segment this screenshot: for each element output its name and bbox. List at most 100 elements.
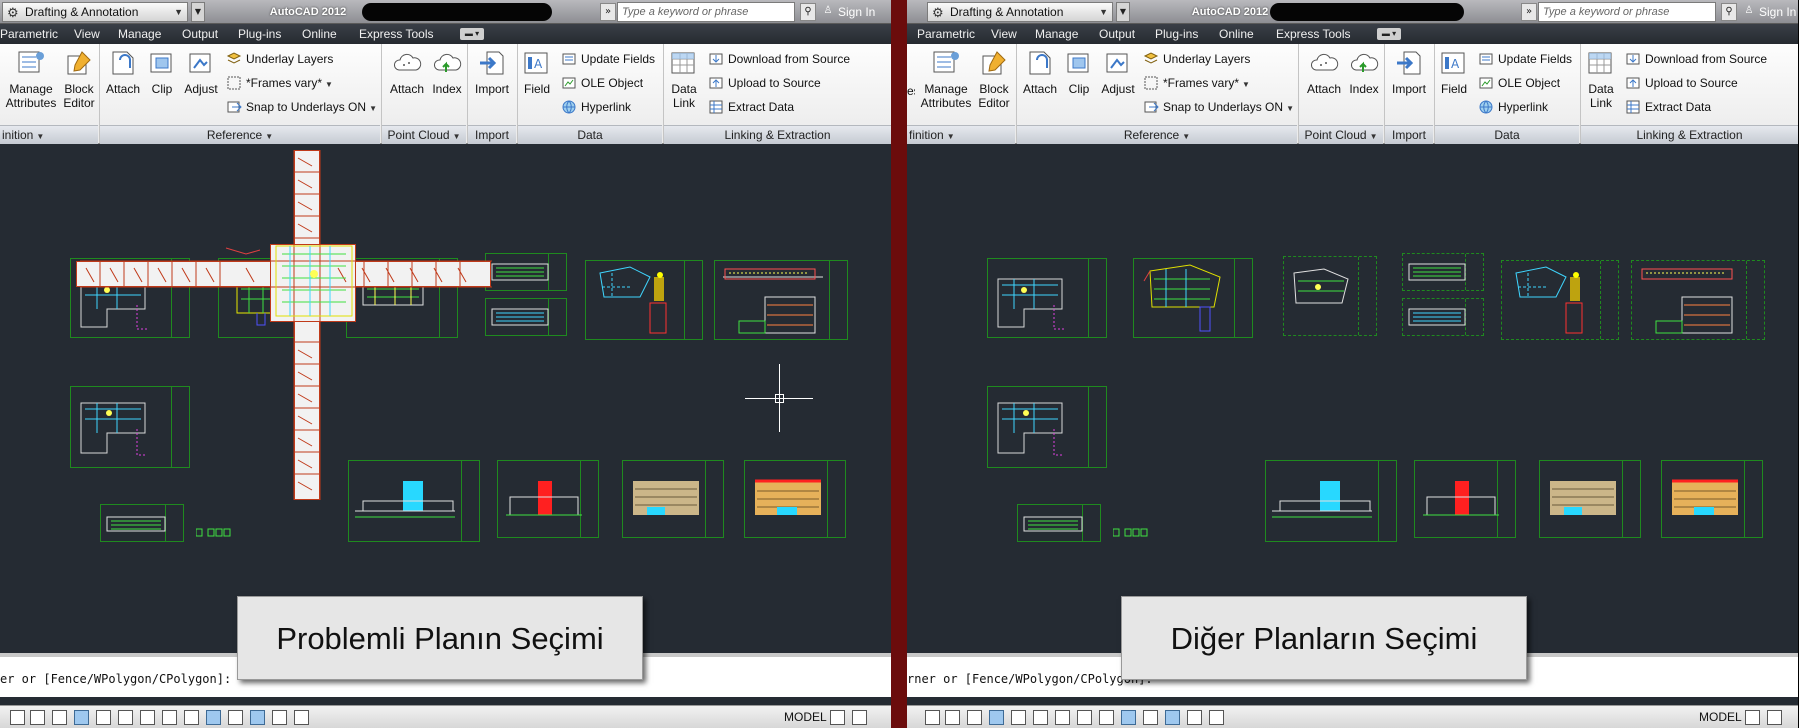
hyperlink-button[interactable]: Hyperlink — [561, 98, 631, 116]
drawing-sheet[interactable] — [497, 460, 599, 538]
reference-panel-title[interactable]: Reference ▼ — [1017, 125, 1297, 144]
object-snap-icon[interactable] — [118, 710, 133, 725]
data-link-button[interactable]: Data Link — [664, 48, 704, 110]
import-button[interactable]: Import — [1387, 48, 1431, 96]
object-snap-tracking-icon[interactable] — [162, 710, 177, 725]
tab-online[interactable]: Online — [302, 24, 337, 44]
object-snap-icon[interactable] — [1033, 710, 1048, 725]
selection-cycling-icon[interactable] — [1209, 710, 1224, 725]
drawing-sheet[interactable] — [1539, 460, 1641, 538]
data-link-button[interactable]: Data Link — [1581, 48, 1621, 110]
drawing-sheet[interactable] — [987, 386, 1107, 468]
adjust-button[interactable]: Adjust — [181, 48, 221, 96]
ole-object-button[interactable]: OLE Object — [1478, 74, 1560, 92]
data-panel-title[interactable]: Data — [1435, 125, 1579, 144]
point-cloud-attach-button[interactable]: Attach — [385, 48, 429, 96]
frames-vary-dropdown[interactable]: *Frames vary* ▼ — [226, 74, 333, 92]
block-definition-panel-title[interactable]: finition ▼ — [907, 125, 1015, 144]
snap-to-underlays-dropdown[interactable]: Snap to Underlays ON ▼ — [226, 98, 377, 116]
block-definition-panel-title[interactable]: inition ▼ — [0, 125, 98, 144]
quick-access-dropdown[interactable]: ▼ — [191, 2, 205, 22]
polar-tracking-icon[interactable] — [1011, 710, 1026, 725]
import-panel-title[interactable]: Import — [468, 125, 516, 144]
drawing-canvas[interactable] — [0, 148, 891, 644]
drawing-sheet[interactable] — [714, 260, 848, 340]
update-fields-button[interactable]: Update Fields — [1478, 50, 1572, 68]
infer-constraints-icon[interactable] — [10, 710, 25, 725]
download-from-source-button[interactable]: Download from Source — [1625, 50, 1767, 68]
allow-ucs-icon[interactable] — [184, 710, 199, 725]
snap-mode-icon[interactable] — [945, 710, 960, 725]
drawing-sheet[interactable] — [485, 253, 567, 291]
drawing-sheet[interactable] — [987, 258, 1107, 338]
point-cloud-panel-title[interactable]: Point Cloud ▼ — [1299, 125, 1383, 144]
drawing-sheet[interactable] — [100, 504, 184, 542]
drawing-sheet[interactable] — [1414, 460, 1516, 538]
snap-to-underlays-dropdown[interactable]: Snap to Underlays ON ▼ — [1143, 98, 1294, 116]
dynamic-input-icon[interactable] — [206, 710, 221, 725]
infer-constraints-icon[interactable] — [925, 710, 940, 725]
underlay-layers-button[interactable]: Underlay Layers — [226, 50, 333, 68]
linking-extraction-panel-title[interactable]: Linking & Extraction — [664, 125, 891, 144]
drawing-sheet[interactable] — [70, 386, 190, 468]
tab-view[interactable]: View — [991, 24, 1017, 44]
manage-attributes-button[interactable]: Manage Attributes — [919, 48, 973, 110]
point-cloud-attach-button[interactable]: Attach — [1302, 48, 1346, 96]
quick-properties-icon[interactable] — [1187, 710, 1202, 725]
drawing-sheet[interactable] — [348, 460, 480, 542]
drawing-sheet[interactable] — [744, 460, 846, 538]
drawing-sheet[interactable] — [346, 258, 458, 338]
attach-button[interactable]: Attach — [1020, 48, 1060, 96]
drawing-sheet[interactable] — [1631, 260, 1765, 340]
drawing-sheet[interactable] — [1283, 256, 1377, 336]
user-icon[interactable]: ♙ — [1741, 3, 1757, 21]
tab-output[interactable]: Output — [1099, 24, 1135, 44]
sign-in-link[interactable]: Sign In — [838, 0, 875, 24]
attach-button[interactable]: Attach — [103, 48, 143, 96]
upload-to-source-button[interactable]: Upload to Source — [708, 74, 821, 92]
drawing-sheet[interactable] — [1017, 504, 1101, 542]
drawing-sheet[interactable] — [1402, 298, 1484, 336]
point-cloud-index-button[interactable]: Index — [429, 48, 465, 96]
drawing-sheet[interactable] — [70, 258, 190, 338]
dynamic-input-icon[interactable] — [1121, 710, 1136, 725]
extract-data-button[interactable]: Extract Data — [1625, 98, 1711, 116]
3d-osnap-icon[interactable] — [140, 710, 155, 725]
tab-manage[interactable]: Manage — [1035, 24, 1078, 44]
3d-osnap-icon[interactable] — [1055, 710, 1070, 725]
grid-icon[interactable] — [52, 710, 67, 725]
quick-properties-icon[interactable] — [272, 710, 287, 725]
update-fields-button[interactable]: Update Fields — [561, 50, 655, 68]
ole-object-button[interactable]: OLE Object — [561, 74, 643, 92]
user-icon[interactable]: ♙ — [820, 3, 836, 21]
search-scope-icon[interactable]: » — [600, 3, 616, 21]
selection-cycling-icon[interactable] — [294, 710, 309, 725]
drawing-canvas[interactable] — [907, 148, 1798, 644]
drawing-sheet[interactable] — [1133, 258, 1253, 338]
point-cloud-panel-title[interactable]: Point Cloud ▼ — [382, 125, 466, 144]
reference-panel-title[interactable]: Reference ▼ — [100, 125, 380, 144]
data-panel-title[interactable]: Data — [518, 125, 662, 144]
download-from-source-button[interactable]: Download from Source — [708, 50, 850, 68]
workspace-switcher[interactable]: ⚙ Drafting & Annotation ▼ — [2, 2, 188, 22]
underlay-layers-button[interactable]: Underlay Layers — [1143, 50, 1250, 68]
tab-output[interactable]: Output — [182, 24, 218, 44]
object-snap-tracking-icon[interactable] — [1077, 710, 1092, 725]
model-space-label[interactable]: MODEL — [784, 706, 827, 728]
tab-online[interactable]: Online — [1219, 24, 1254, 44]
drawing-sheet[interactable] — [622, 460, 724, 538]
snap-mode-icon[interactable] — [30, 710, 45, 725]
drawing-sheet[interactable] — [1265, 460, 1397, 542]
tab-plug-ins[interactable]: Plug-ins — [238, 24, 281, 44]
allow-ucs-icon[interactable] — [1099, 710, 1114, 725]
transparency-icon[interactable] — [250, 710, 265, 725]
clip-button[interactable]: Clip — [1062, 48, 1096, 96]
drawing-sheet[interactable] — [1661, 460, 1763, 538]
search-scope-icon[interactable]: » — [1521, 3, 1537, 21]
block-editor-button[interactable]: Block Editor — [59, 48, 99, 110]
hyperlink-button[interactable]: Hyperlink — [1478, 98, 1548, 116]
frames-vary-dropdown[interactable]: *Frames vary* ▼ — [1143, 74, 1250, 92]
quick-access-dropdown[interactable]: ▼ — [1116, 2, 1130, 22]
binoculars-icon[interactable]: ⚲ — [1721, 3, 1737, 21]
tab-manage[interactable]: Manage — [118, 24, 161, 44]
